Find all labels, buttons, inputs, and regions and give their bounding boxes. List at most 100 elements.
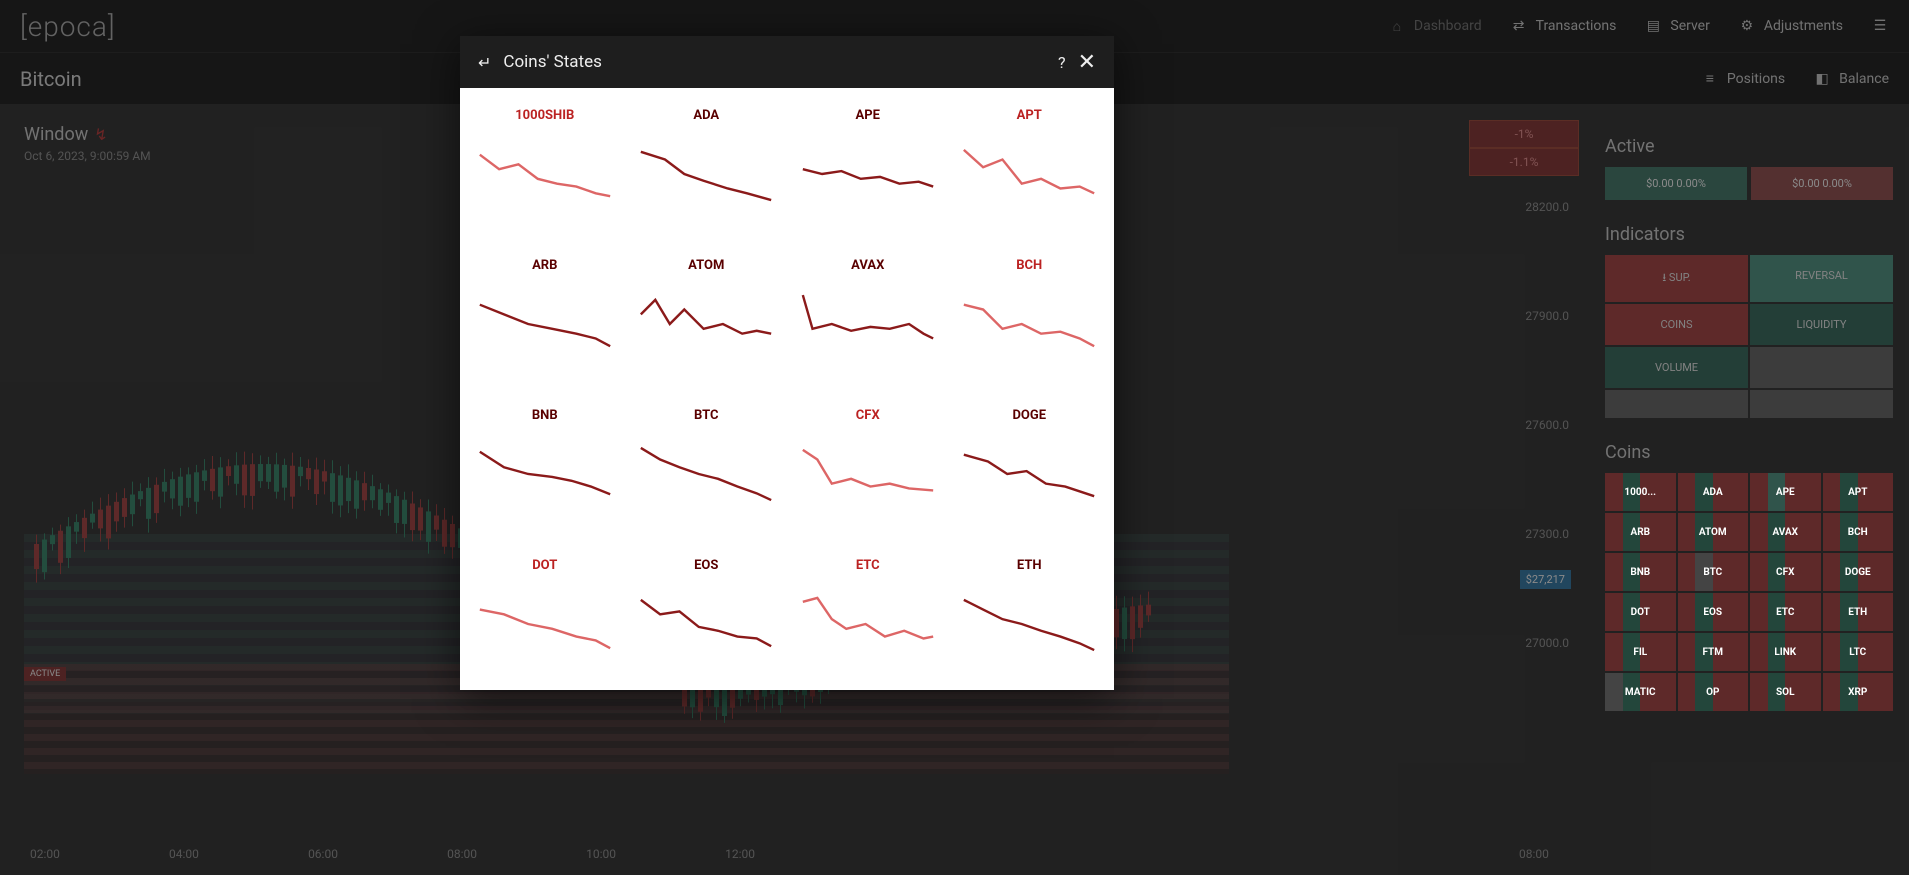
coin-label: DOGE [1845, 567, 1871, 578]
sparkline [798, 289, 938, 359]
modal-coins-grid: 1000SHIB ADA APEAPT ARB ATOMAVAX BCH BNBBTCCFX… [464, 98, 1110, 690]
coin-label: XRP [1848, 687, 1867, 698]
coin-label: ATOM [1699, 527, 1727, 538]
coin-atom[interactable]: ATOM [1678, 513, 1749, 551]
help-icon[interactable]: ? [1058, 53, 1066, 72]
modal-coin-dot[interactable]: DOT [464, 548, 626, 690]
x-tick: 12:00 [725, 847, 755, 861]
indicators-grid: ⭳ SUP.REVERSALCOINSLIQUIDITYVOLUME [1605, 255, 1893, 418]
sparkline [798, 589, 938, 659]
modal-back-icon[interactable]: ↵ [478, 53, 491, 72]
nav-server-label: Server [1670, 18, 1709, 34]
top-nav: ⌂ Dashboard ⇄ Transactions ▤ Server ⚙ Ad… [1388, 17, 1889, 35]
modal-coin-symbol: ADA [693, 108, 719, 123]
nav-adjustments[interactable]: ⚙ Adjustments [1738, 17, 1843, 35]
modal-coin-apt[interactable]: APT [949, 98, 1111, 248]
sparkline [959, 139, 1099, 209]
coin-label: ETH [1848, 607, 1867, 618]
indicator-reversal[interactable]: REVERSAL [1750, 255, 1893, 302]
nav-dashboard[interactable]: ⌂ Dashboard [1388, 17, 1482, 35]
nav-server[interactable]: ▤ Server [1644, 17, 1709, 35]
modal-coin-symbol: DOT [532, 558, 557, 573]
coin-eos[interactable]: EOS [1678, 593, 1749, 631]
nav-positions[interactable]: ≡ Positions [1701, 70, 1785, 88]
sparkline [636, 589, 776, 659]
coin-avax[interactable]: AVAX [1750, 513, 1821, 551]
coin-bnb[interactable]: BNB [1605, 553, 1676, 591]
x-axis: 02:0004:0006:0008:0010:0012:0008:00 [30, 847, 1549, 861]
modal-coin-doge[interactable]: DOGE [949, 398, 1111, 548]
coin-arb[interactable]: ARB [1605, 513, 1676, 551]
coin-label: EOS [1703, 607, 1722, 618]
modal-coin-avax[interactable]: AVAX [787, 248, 949, 398]
coin-sol[interactable]: SOL [1750, 673, 1821, 711]
coin-dot[interactable]: DOT [1605, 593, 1676, 631]
sparkline [798, 439, 938, 509]
indicator-empty[interactable] [1750, 390, 1893, 418]
coin-matic[interactable]: MATIC [1605, 673, 1676, 711]
coin-ada[interactable]: ADA [1678, 473, 1749, 511]
adjustments-icon: ⚙ [1738, 17, 1756, 35]
indicator-volume[interactable]: VOLUME [1605, 347, 1748, 388]
modal-coin-eth[interactable]: ETH [949, 548, 1111, 690]
modal-coin-ada[interactable]: ADA [626, 98, 788, 248]
modal-coin-arb[interactable]: ARB [464, 248, 626, 398]
modal-coin-symbol: ETH [1017, 558, 1042, 573]
sparkline [959, 289, 1099, 359]
modal-coin-symbol: BCH [1016, 258, 1042, 273]
coin-btc[interactable]: BTC [1678, 553, 1749, 591]
coin-ape[interactable]: APE [1750, 473, 1821, 511]
modal-coin-bch[interactable]: BCH [949, 248, 1111, 398]
pct-2[interactable]: -1.1% [1469, 148, 1579, 176]
close-icon[interactable]: ✕ [1078, 50, 1096, 75]
coin-bch[interactable]: BCH [1823, 513, 1894, 551]
coin-op[interactable]: OP [1678, 673, 1749, 711]
nav-balance[interactable]: ◧ Balance [1813, 70, 1889, 88]
active-long[interactable]: $0.00 0.00% [1605, 167, 1747, 200]
coin-cfx[interactable]: CFX [1750, 553, 1821, 591]
coin-label: ARB [1630, 527, 1650, 538]
active-badge: ACTIVE [24, 667, 66, 681]
modal-body[interactable]: 1000SHIB ADA APEAPT ARB ATOMAVAX BCH BNBBTCCFX… [460, 88, 1114, 690]
modal-coin-atom[interactable]: ATOM [626, 248, 788, 398]
coin-label: APT [1848, 487, 1867, 498]
modal-coin-bnb[interactable]: BNB [464, 398, 626, 548]
coin-xrp[interactable]: XRP [1823, 673, 1894, 711]
modal-coin-1000shib[interactable]: 1000SHIB [464, 98, 626, 248]
modal-coin-symbol: ARB [532, 258, 557, 273]
coin-ltc[interactable]: LTC [1823, 633, 1894, 671]
indicator-sup.[interactable]: ⭳ SUP. [1605, 255, 1748, 302]
coin-apt[interactable]: APT [1823, 473, 1894, 511]
coin-label: CFX [1776, 567, 1794, 578]
modal-coin-btc[interactable]: BTC [626, 398, 788, 548]
coin-1000...[interactable]: 1000... [1605, 473, 1676, 511]
coin-link[interactable]: LINK [1750, 633, 1821, 671]
server-icon: ▤ [1644, 17, 1662, 35]
indicator-liquidity[interactable]: LIQUIDITY [1750, 304, 1893, 345]
sidebar: Active $0.00 0.00% $0.00 0.00% Indicator… [1589, 104, 1909, 875]
coin-eth[interactable]: ETH [1823, 593, 1894, 631]
coin-doge[interactable]: DOGE [1823, 553, 1894, 591]
nav-transactions[interactable]: ⇄ Transactions [1510, 17, 1617, 35]
nav-menu[interactable]: ☰ [1871, 17, 1889, 35]
sparkline [475, 439, 615, 509]
coin-label: ETC [1776, 607, 1794, 618]
modal-coin-symbol: ETC [856, 558, 880, 573]
active-short[interactable]: $0.00 0.00% [1751, 167, 1893, 200]
coin-etc[interactable]: ETC [1750, 593, 1821, 631]
indicator-coins[interactable]: COINS [1605, 304, 1748, 345]
indicator-empty[interactable] [1605, 390, 1748, 418]
modal-coin-etc[interactable]: ETC [787, 548, 949, 690]
coins-header: Coins [1605, 442, 1893, 463]
pct-1[interactable]: -1% [1469, 120, 1579, 148]
modal-coin-symbol: DOGE [1012, 408, 1046, 423]
modal-coin-cfx[interactable]: CFX [787, 398, 949, 548]
coin-ftm[interactable]: FTM [1678, 633, 1749, 671]
coin-label: OP [1706, 687, 1719, 698]
coin-fil[interactable]: FIL [1605, 633, 1676, 671]
modal-coin-ape[interactable]: APE [787, 98, 949, 248]
x-tick: 08:00 [1519, 847, 1549, 861]
modal-coin-eos[interactable]: EOS [626, 548, 788, 690]
trend-down-icon: ↯ [94, 125, 107, 144]
indicator-empty[interactable] [1750, 347, 1893, 388]
